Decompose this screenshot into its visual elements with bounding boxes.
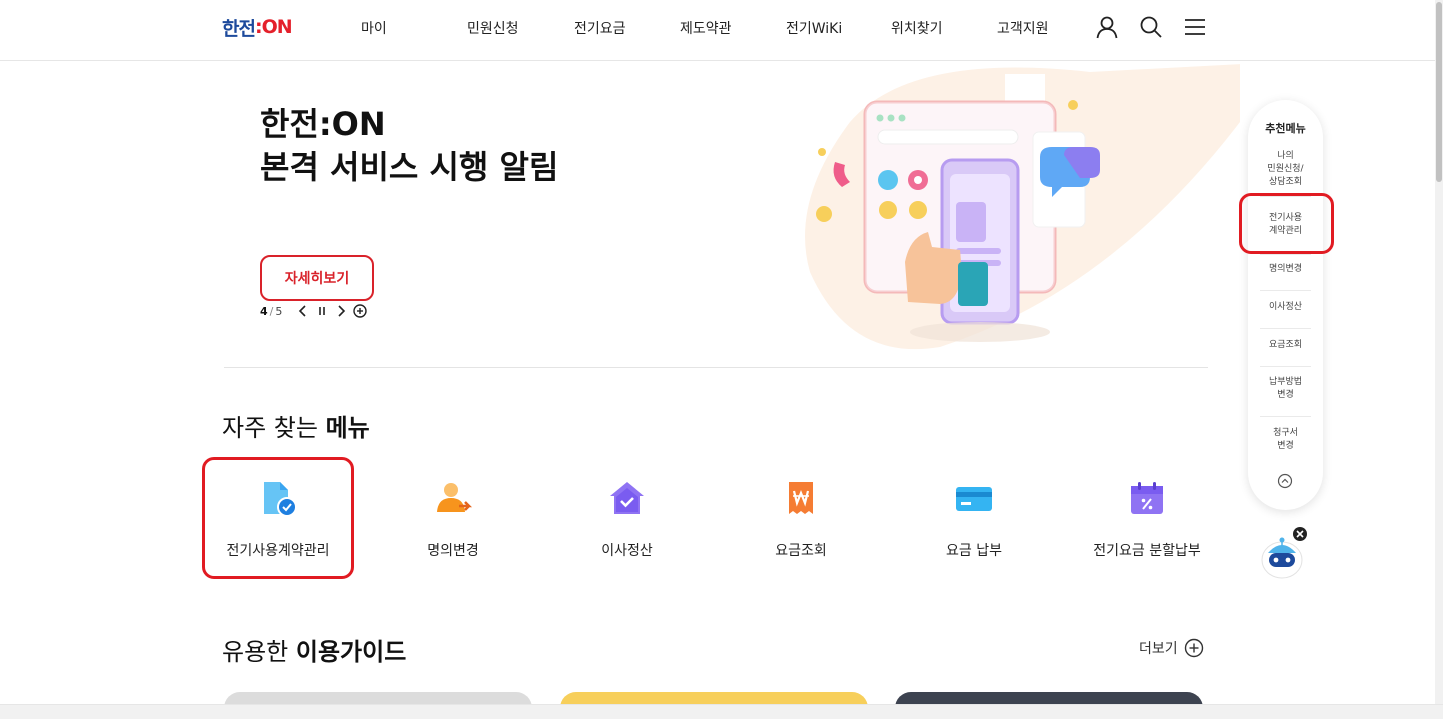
menu-icon[interactable] <box>1182 14 1208 40</box>
page: 한전:ON 마이 민원신청 전기요금 제도약관 전기WiKi 위치찾기 고객지원… <box>0 0 1443 719</box>
pause-icon[interactable] <box>314 303 330 319</box>
nav-wiki[interactable]: 전기WiKi <box>786 18 842 38</box>
chevron-right-icon[interactable] <box>333 303 349 319</box>
horizontal-scrollbar[interactable] <box>0 704 1443 719</box>
menu-label: 요금조회 <box>775 543 827 559</box>
more-label: 더보기 <box>1139 641 1178 657</box>
hero-title: 한전:ON 본격 서비스 시행 알림 <box>260 103 558 189</box>
vertical-scrollbar[interactable] <box>1435 0 1443 704</box>
frequent-title-normal: 자주 찾는 <box>222 414 326 442</box>
user-icon[interactable] <box>1094 14 1120 40</box>
receipt-won-icon <box>789 482 813 514</box>
calendar-percent-icon <box>1131 482 1163 514</box>
side-menu-title: 추천메뉴 <box>1265 122 1306 135</box>
side-divider <box>1260 196 1311 197</box>
menu-label: 명의변경 <box>427 543 479 559</box>
frequent-title-bold: 메뉴 <box>325 414 370 442</box>
hero-illustration <box>805 64 1240 350</box>
hero-divider <box>224 367 1208 368</box>
recommended-side-menu: 추천메뉴 나의 민원신청/ 상담조회 전기사용 계약관리 명의변경 이사정산 요… <box>1248 100 1323 510</box>
logo-text-on: :ON <box>254 16 293 38</box>
nav-civil-request[interactable]: 민원신청 <box>467 18 519 38</box>
side-divider <box>1260 366 1311 367</box>
side-item-payment-method[interactable]: 납부방법 변경 <box>1256 376 1315 402</box>
hero-detail-button[interactable]: 자세히보기 <box>260 255 374 301</box>
search-icon[interactable] <box>1138 14 1164 40</box>
guide-title-bold: 이용가이드 <box>295 638 407 666</box>
top-header: 한전:ON 마이 민원신청 전기요금 제도약관 전기WiKi 위치찾기 고객지원 <box>0 0 1443 61</box>
side-divider <box>1260 254 1311 255</box>
logo-text-main: 한전 <box>222 17 256 40</box>
frequent-menu-title: 자주 찾는 메뉴 <box>222 408 370 443</box>
menu-contract-management[interactable]: 전기사용계약관리 <box>203 470 353 580</box>
side-item-contract-management[interactable]: 전기사용 계약관리 <box>1256 212 1315 238</box>
chevron-left-icon[interactable] <box>295 303 311 319</box>
plus-circle-icon <box>1184 638 1203 658</box>
kepco-on-logo[interactable]: 한전:ON <box>222 14 293 40</box>
menu-label: 이사정산 <box>601 543 653 559</box>
menu-label: 전기요금 분할납부 <box>1093 543 1201 559</box>
plus-circle-icon[interactable] <box>352 303 368 319</box>
side-item-move-settlement[interactable]: 이사정산 <box>1256 301 1315 314</box>
menu-fee-inquiry[interactable]: 요금조회 <box>726 470 876 580</box>
side-item-my-requests[interactable]: 나의 민원신청/ 상담조회 <box>1256 150 1315 189</box>
document-check-icon <box>264 482 297 517</box>
scroll-top-icon[interactable] <box>1277 473 1293 489</box>
pager-total: 5 <box>275 304 283 318</box>
guide-more-link[interactable]: 더보기 <box>1139 637 1204 659</box>
guide-title-normal: 유용한 <box>222 638 296 666</box>
nav-terms[interactable]: 제도약관 <box>680 18 732 38</box>
side-divider <box>1260 416 1311 417</box>
pager-separator: / <box>269 304 274 318</box>
side-item-fee-inquiry[interactable]: 요금조회 <box>1256 339 1315 352</box>
person-transfer-icon <box>437 483 473 512</box>
scrollbar-thumb[interactable] <box>1436 2 1442 182</box>
menu-fee-payment[interactable]: 요금 납부 <box>899 470 1049 580</box>
side-item-name-change[interactable]: 명의변경 <box>1256 263 1315 276</box>
menu-move-settlement[interactable]: 이사정산 <box>552 470 702 580</box>
side-divider <box>1260 328 1311 329</box>
nav-location[interactable]: 위치찾기 <box>891 18 943 38</box>
menu-label: 전기사용계약관리 <box>226 543 330 559</box>
card-icon <box>956 487 992 511</box>
hero-title-line2: 본격 서비스 시행 알림 <box>260 148 559 186</box>
side-divider <box>1260 290 1311 291</box>
hero-pager: 4 / 5 <box>260 303 368 319</box>
menu-label: 요금 납부 <box>946 543 1002 559</box>
house-check-icon <box>610 482 644 514</box>
chatbot-icon[interactable] <box>1258 527 1310 583</box>
nav-my[interactable]: 마이 <box>361 18 387 38</box>
nav-support[interactable]: 고객지원 <box>997 18 1049 38</box>
pager-current: 4 <box>260 304 268 318</box>
nav-electric-fee[interactable]: 전기요금 <box>574 18 626 38</box>
menu-installment-payment[interactable]: 전기요금 분할납부 <box>1072 470 1222 580</box>
side-item-bill-change[interactable]: 청구서 변경 <box>1256 427 1315 453</box>
menu-name-change[interactable]: 명의변경 <box>378 470 528 580</box>
hero-title-line1: 한전:ON <box>260 105 386 143</box>
guide-title: 유용한 이용가이드 <box>222 632 406 667</box>
